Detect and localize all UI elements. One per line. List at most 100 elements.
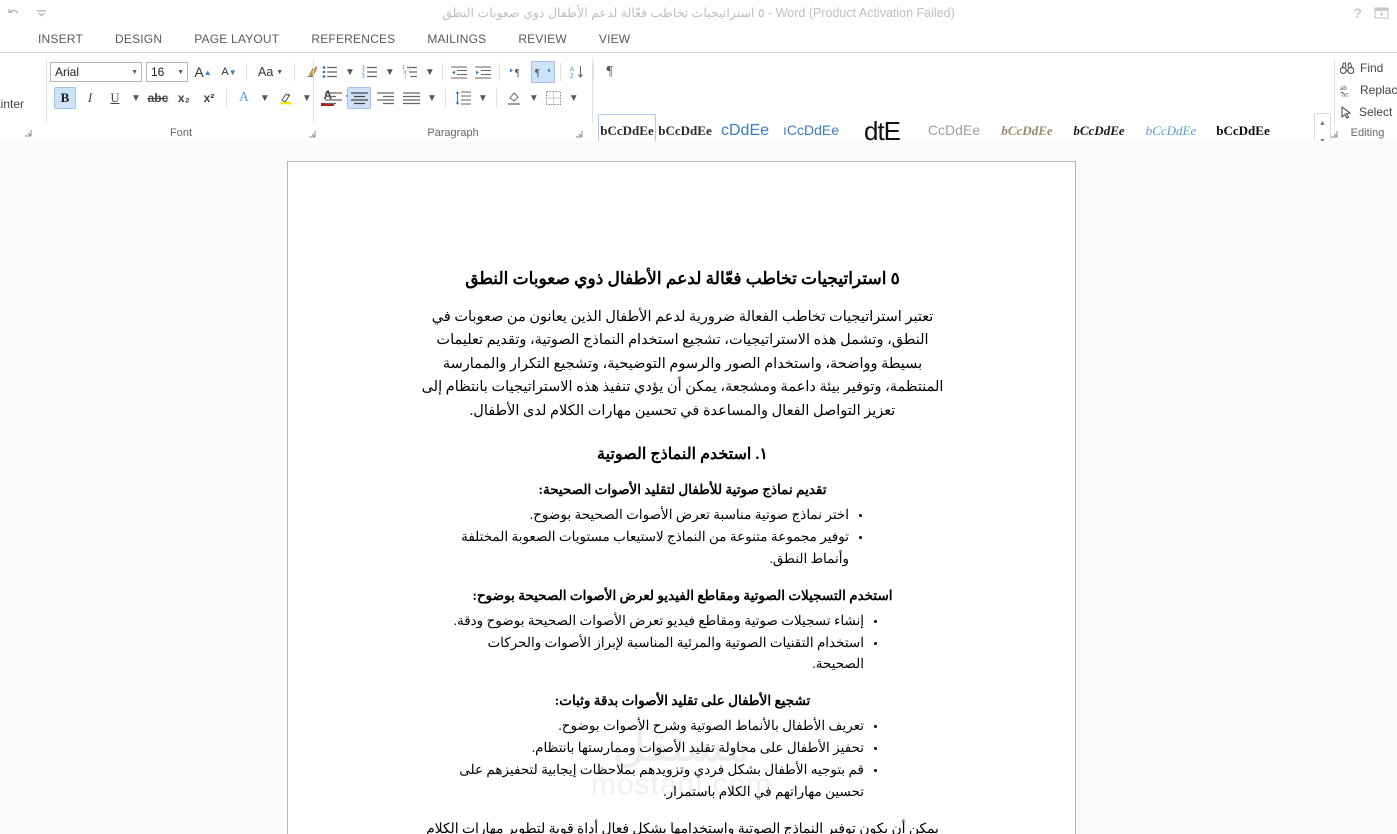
text-effects-icon: A xyxy=(238,90,249,105)
list-item: توفير مجموعة متنوعة من النماذج لاستيعاب … xyxy=(438,526,849,570)
tab-page-layout[interactable]: PAGE LAYOUT xyxy=(178,26,295,52)
sort-button[interactable]: AZ xyxy=(566,61,588,83)
right-to-left-direction-button[interactable]: ¶ xyxy=(530,61,555,83)
increase-indent-icon xyxy=(474,65,491,79)
tab-references[interactable]: REFERENCES xyxy=(295,26,411,52)
shading-chevron-down-icon[interactable]: ▼ xyxy=(527,93,541,104)
find-button[interactable]: Find xyxy=(1340,57,1397,79)
style-preview: bCcDdEe xyxy=(1216,123,1270,138)
question-mark-icon[interactable]: ? xyxy=(1353,5,1362,21)
paragraph-dialog-launcher[interactable] xyxy=(575,130,583,138)
style-preview: bCcDdEe xyxy=(658,123,712,138)
tab-view[interactable]: VIEW xyxy=(583,26,646,52)
font-size-input[interactable]: 16 ▼ xyxy=(146,62,188,82)
bold-button[interactable]: B xyxy=(54,87,76,109)
list-item: تحفيز الأطفال على محاولة تقليد الأصوات و… xyxy=(438,737,864,759)
underline-chevron-down-icon[interactable]: ▼ xyxy=(129,93,143,104)
binoculars-icon xyxy=(1340,61,1354,75)
multilevel-list-icon: 1ai xyxy=(402,65,418,79)
underline-button[interactable]: U xyxy=(104,87,126,109)
italic-button[interactable]: I xyxy=(79,87,101,109)
editing-dialog-launcher[interactable] xyxy=(1330,130,1338,138)
decrease-indent-icon xyxy=(450,65,467,79)
increase-indent-button[interactable] xyxy=(472,61,494,83)
closing-paragraph: يمكن أن يكون توفير النماذج الصوتية واستخ… xyxy=(426,820,939,834)
numbering-button[interactable]: 123 xyxy=(359,61,381,83)
format-painter-label[interactable]: Painter xyxy=(0,97,24,111)
font-group-label: Font xyxy=(169,127,192,139)
align-left-button[interactable] xyxy=(321,87,345,109)
svg-text:¶: ¶ xyxy=(515,68,520,79)
document-heading: ٥ استراتيجيات تخاطب فعّالة لدعم الأطفال … xyxy=(465,269,900,288)
sort-icon: AZ xyxy=(569,65,585,79)
replace-icon: ab ac xyxy=(1340,84,1354,97)
superscript-button[interactable]: x² xyxy=(198,87,220,109)
document-content[interactable]: ٥ استراتيجيات تخاطب فعّالة لدعم الأطفال … xyxy=(288,162,1077,834)
line-spacing-chevron-down-icon[interactable]: ▼ xyxy=(476,93,490,104)
document-page[interactable]: مستقل mostaql.com ٥ استراتيجيات تخاطب فع… xyxy=(287,161,1076,834)
clipboard-dialog-launcher[interactable] xyxy=(24,129,32,137)
document-area[interactable]: مستقل mostaql.com ٥ استراتيجيات تخاطب فع… xyxy=(0,141,1397,834)
numbering-chevron-down-icon[interactable]: ▼ xyxy=(383,67,397,78)
subscript-button[interactable]: x₂ xyxy=(173,87,195,109)
subsection-1-heading: تقديم نماذج صوتية للأطفال لتقليد الأصوات… xyxy=(538,482,827,498)
shading-button[interactable] xyxy=(503,87,525,109)
select-label: Select xyxy=(1359,105,1393,119)
justify-button[interactable] xyxy=(399,87,423,109)
decrease-indent-button[interactable] xyxy=(448,61,470,83)
text-highlight-chevron-down-icon[interactable]: ▼ xyxy=(300,93,314,104)
list-item: استخدام التقنيات الصوتية والمرئية المناس… xyxy=(438,632,864,676)
font-name-value: Arial xyxy=(55,65,80,79)
subsection-3-bullets: تعريف الأطفال بالأنماط الصوتية وشرح الأص… xyxy=(438,715,882,802)
font-size-chevron-down-icon[interactable]: ▼ xyxy=(177,69,184,76)
borders-button[interactable] xyxy=(543,87,565,109)
text-highlight-icon xyxy=(278,91,294,106)
style-preview: bCcDdEe xyxy=(1001,123,1053,138)
svg-text:ab: ab xyxy=(1340,86,1347,92)
bullets-button[interactable] xyxy=(319,61,341,83)
left-to-right-direction-button[interactable]: ¶ xyxy=(505,61,529,83)
strikethrough-button[interactable]: abc xyxy=(146,87,170,109)
bold-icon: B xyxy=(60,90,70,105)
text-effects-button[interactable]: A xyxy=(233,87,255,109)
subsection-2-heading: استخدم التسجيلات الصوتية ومقاطع الفيديو … xyxy=(472,587,893,603)
borders-chevron-down-icon[interactable]: ▼ xyxy=(567,93,581,104)
paragraph-group-label: Paragraph xyxy=(427,127,479,139)
subsection-1-bullets: اختر نماذج صوتية مناسبة تعرض الأصوات الص… xyxy=(438,504,867,570)
multilevel-list-button[interactable]: 1ai xyxy=(399,61,421,83)
line-spacing-button[interactable] xyxy=(452,87,474,109)
numbering-icon: 123 xyxy=(362,65,378,79)
tab-insert[interactable]: INSERT xyxy=(22,26,99,52)
window-title: ٥ استراتيجيات تخاطب فعّالة لدعم الأطفال … xyxy=(442,6,955,20)
style-preview: ıCcDdEe xyxy=(782,122,840,138)
list-item: تعريف الأطفال بالأنماط الصوتية وشرح الأص… xyxy=(438,715,864,737)
change-case-button[interactable]: Aa ▼ xyxy=(253,61,288,83)
shrink-font-button[interactable]: A ▼ xyxy=(218,61,240,83)
text-highlight-button[interactable] xyxy=(275,87,297,109)
select-button[interactable]: Select xyxy=(1340,101,1397,123)
text-effects-chevron-down-icon[interactable]: ▼ xyxy=(258,93,272,104)
svg-text:i: i xyxy=(405,74,406,79)
multilevel-list-chevron-down-icon[interactable]: ▼ xyxy=(423,67,437,78)
align-right-button[interactable] xyxy=(373,87,397,109)
ribbon-display-options-icon[interactable] xyxy=(1374,6,1389,20)
justify-chevron-down-icon[interactable]: ▼ xyxy=(425,93,439,104)
svg-text:3: 3 xyxy=(362,74,365,79)
replace-button[interactable]: abac Replace xyxy=(1340,79,1397,101)
font-dialog-launcher[interactable] xyxy=(308,130,316,138)
svg-text:A: A xyxy=(570,67,574,73)
grow-font-button[interactable]: A ▲ xyxy=(192,61,214,83)
tab-mailings[interactable]: MAILINGS xyxy=(411,26,502,52)
font-name-input[interactable]: Arial ▼ xyxy=(50,62,142,82)
borders-icon xyxy=(546,91,562,105)
font-name-chevron-down-icon[interactable]: ▼ xyxy=(131,69,138,76)
find-label: Find xyxy=(1360,61,1384,75)
tab-design[interactable]: DESIGN xyxy=(99,26,178,52)
align-center-button[interactable] xyxy=(347,87,371,109)
tab-review[interactable]: REVIEW xyxy=(502,26,583,52)
svg-text:ac: ac xyxy=(1342,92,1348,97)
justify-icon xyxy=(402,91,420,105)
bullets-chevron-down-icon[interactable]: ▼ xyxy=(343,67,357,78)
styles-scroll-up-icon[interactable]: ▲ xyxy=(1315,114,1330,132)
title-bar: ٥ استراتيجيات تخاطب فعّالة لدعم الأطفال … xyxy=(0,0,1397,26)
